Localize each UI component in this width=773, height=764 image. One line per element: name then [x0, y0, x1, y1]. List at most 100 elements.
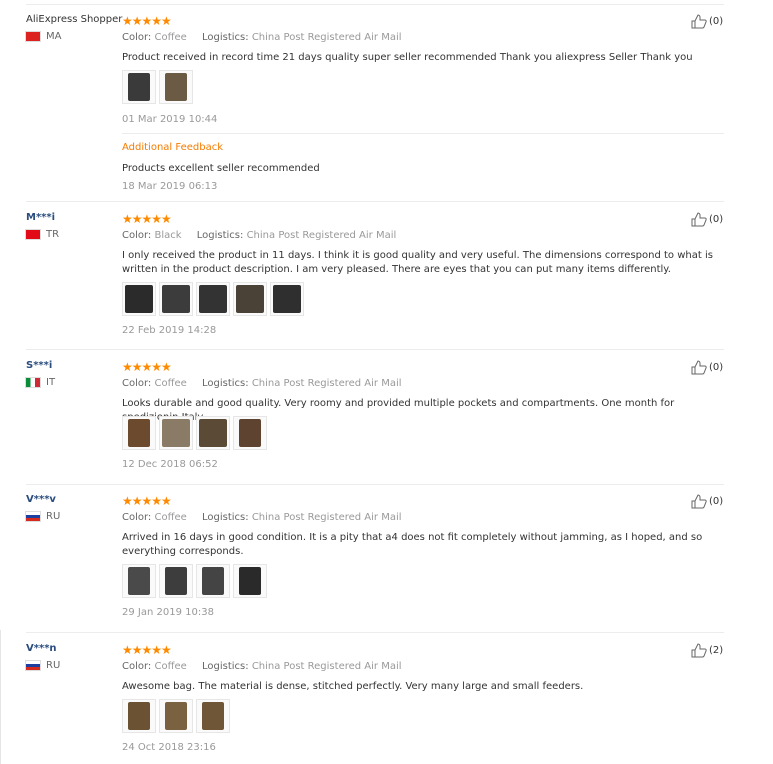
reviewer-country: IT: [26, 377, 55, 388]
reviewer-name[interactable]: S***i: [26, 360, 52, 371]
flag-icon: [26, 32, 40, 41]
review-text: Arrived in 16 days in good condition. It…: [122, 532, 703, 557]
country-code: TR: [46, 229, 60, 240]
review-meta: Color: Coffee Logistics: China Post Regi…: [122, 32, 402, 43]
star-rating: ★★★★★: [122, 494, 172, 508]
helpful-button[interactable]: (0): [691, 212, 723, 227]
country-code: RU: [46, 660, 61, 671]
star-rating: ★★★★★: [122, 14, 172, 28]
review-photo[interactable]: [159, 699, 193, 733]
review-photo[interactable]: [122, 699, 156, 733]
thumbs-up-icon: [691, 643, 707, 658]
review-meta: Color: Black Logistics: China Post Regis…: [122, 230, 396, 241]
review-divider: [26, 484, 724, 485]
review-photo[interactable]: [196, 282, 230, 316]
review-text: Awesome bag. The material is dense, stit…: [122, 681, 584, 692]
country-code: RU: [46, 511, 61, 522]
thumbs-up-icon: [691, 14, 707, 29]
thumbs-up-icon: [691, 212, 707, 227]
reviewer-country: TR: [26, 229, 59, 240]
additional-divider: [122, 133, 724, 134]
color-label: Color:: [122, 32, 152, 43]
reviewer-country: RU: [26, 660, 60, 671]
color-value: Black: [154, 230, 182, 241]
review-divider: [26, 201, 724, 202]
review-photo[interactable]: [196, 564, 230, 598]
review-photo[interactable]: [233, 564, 267, 598]
star-rating: ★★★★★: [122, 360, 172, 374]
review-photo[interactable]: [196, 416, 230, 450]
helpful-count: (0): [709, 362, 724, 373]
color-label: Color:: [122, 378, 152, 389]
reviewer-country: MA: [26, 31, 61, 42]
review-divider: [26, 349, 724, 350]
flag-icon: [26, 378, 40, 387]
logistics-label: Logistics:: [196, 230, 244, 241]
review-photo[interactable]: [196, 699, 230, 733]
color-label: Color:: [122, 512, 152, 523]
review-photo[interactable]: [122, 282, 156, 316]
helpful-count: (0): [709, 16, 724, 27]
logistics-label: Logistics:: [201, 512, 249, 523]
color-label: Color:: [122, 661, 152, 672]
logistics-label: Logistics:: [201, 32, 249, 43]
review-photos: [122, 282, 304, 316]
thumbs-up-icon: [691, 360, 707, 375]
review-date: 24 Oct 2018 23:16: [122, 742, 216, 753]
reviewer-name[interactable]: M***i: [26, 212, 55, 223]
review-photo[interactable]: [233, 416, 267, 450]
review-photo[interactable]: [233, 282, 267, 316]
logistics-value: China Post Registered Air Mail: [251, 661, 402, 672]
logistics-value: China Post Registered Air Mail: [246, 230, 397, 241]
review-photo[interactable]: [122, 416, 156, 450]
review-photo[interactable]: [270, 282, 304, 316]
review-photos: [122, 564, 267, 598]
flag-icon: [26, 230, 40, 239]
color-value: Coffee: [154, 661, 187, 672]
additional-feedback-text: Products excellent seller recommended: [122, 163, 320, 174]
review-text: Product received in record time 21 days …: [122, 52, 693, 63]
helpful-button[interactable]: (0): [691, 360, 723, 375]
review-photo[interactable]: [159, 282, 193, 316]
review-photo[interactable]: [159, 70, 193, 104]
helpful-count: (0): [709, 214, 724, 225]
logistics-value: China Post Registered Air Mail: [251, 378, 402, 389]
reviewer-name[interactable]: V***v: [26, 494, 56, 505]
review-photo[interactable]: [122, 564, 156, 598]
review-meta: Color: Coffee Logistics: China Post Regi…: [122, 512, 402, 523]
review-photos: [122, 416, 267, 450]
helpful-count: (0): [709, 496, 724, 507]
color-label: Color:: [122, 230, 152, 241]
helpful-button[interactable]: (2): [691, 643, 723, 658]
country-code: MA: [46, 31, 62, 42]
reviewer-name[interactable]: AliExpress Shopper: [26, 14, 122, 25]
country-code: IT: [46, 377, 56, 388]
review-date: 12 Dec 2018 06:52: [122, 459, 218, 470]
left-edge-line: [0, 630, 1, 764]
review-photo[interactable]: [159, 416, 193, 450]
color-value: Coffee: [154, 32, 187, 43]
logistics-value: China Post Registered Air Mail: [251, 512, 402, 523]
review-photo[interactable]: [122, 70, 156, 104]
flag-icon: [26, 661, 40, 670]
thumbs-up-icon: [691, 494, 707, 509]
review-date: 01 Mar 2019 10:44: [122, 114, 218, 125]
review-photos: [122, 70, 193, 104]
review-photos: [122, 699, 230, 733]
review-divider: [26, 632, 724, 633]
reviewer-country: RU: [26, 511, 60, 522]
helpful-button[interactable]: (0): [691, 494, 723, 509]
helpful-button[interactable]: (0): [691, 14, 723, 29]
additional-feedback-title: Additional Feedback: [122, 142, 224, 153]
logistics-label: Logistics:: [201, 661, 249, 672]
review-meta: Color: Coffee Logistics: China Post Regi…: [122, 378, 402, 389]
star-rating: ★★★★★: [122, 212, 172, 226]
additional-feedback-date: 18 Mar 2019 06:13: [122, 181, 218, 192]
review-photo[interactable]: [159, 564, 193, 598]
review-date: 22 Feb 2019 14:28: [122, 325, 217, 336]
reviewer-name[interactable]: V***n: [26, 643, 57, 654]
top-divider: [26, 4, 724, 5]
color-value: Coffee: [154, 512, 187, 523]
flag-icon: [26, 512, 40, 521]
review-text: I only received the product in 11 days. …: [122, 250, 713, 275]
